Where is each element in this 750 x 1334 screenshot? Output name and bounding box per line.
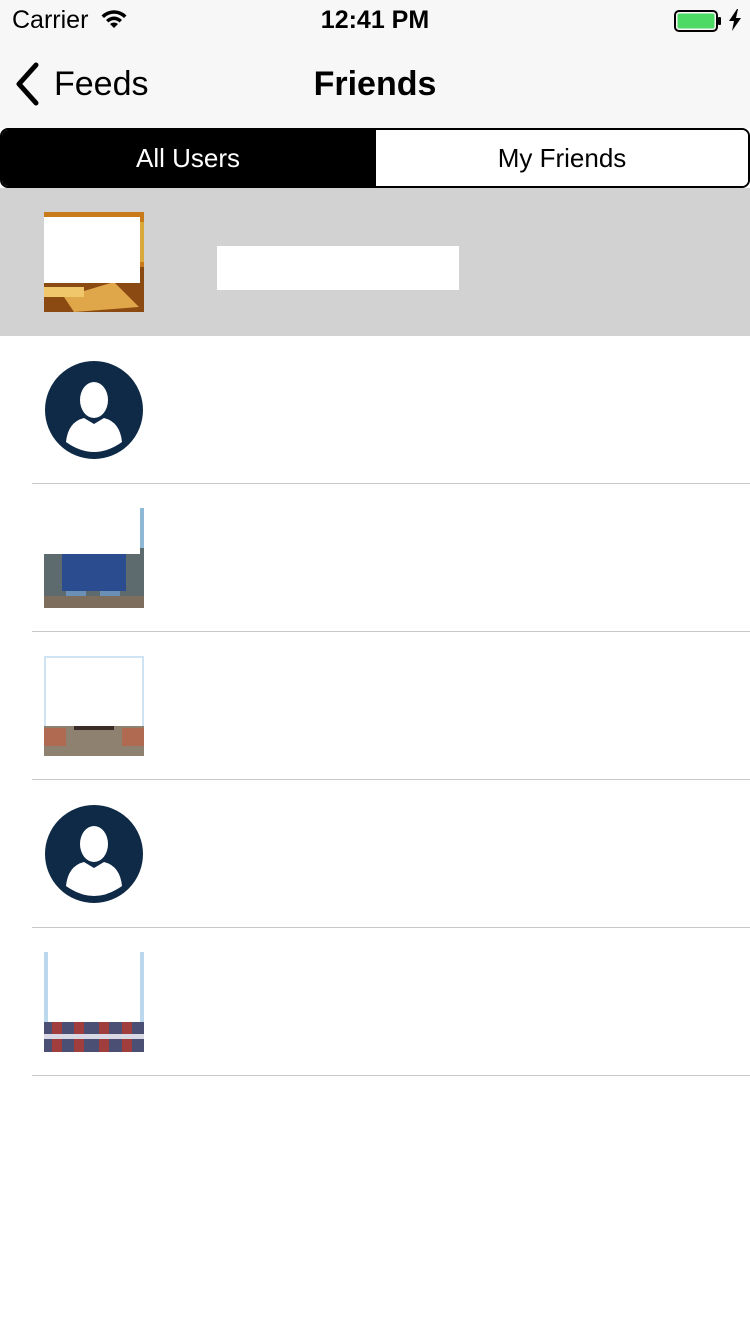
clock: 12:41 PM xyxy=(320,6,430,34)
status-bar: Carrier 12:41 PM xyxy=(0,0,750,40)
user-row[interactable] xyxy=(0,484,750,632)
avatar xyxy=(44,508,144,608)
bolt-icon xyxy=(729,9,741,31)
user-row[interactable] xyxy=(0,188,750,336)
navigation-bar: Feeds Friends xyxy=(0,40,750,128)
photo-mask xyxy=(44,217,140,283)
battery-full-icon xyxy=(674,10,721,32)
users-segmented-control: All Users My Friends xyxy=(0,128,750,188)
photo-mask xyxy=(48,952,140,1022)
user-name-redaction xyxy=(217,246,459,290)
avatar xyxy=(44,804,144,904)
default-person-icon xyxy=(45,805,143,903)
photo-mask xyxy=(44,508,140,554)
avatar xyxy=(44,360,144,460)
segment-all-users[interactable]: All Users xyxy=(2,130,374,186)
user-row[interactable] xyxy=(0,780,750,928)
default-person-icon xyxy=(45,361,143,459)
avatar xyxy=(44,952,144,1052)
user-row[interactable] xyxy=(0,336,750,484)
top-bar: Carrier 12:41 PM Feeds Friends xyxy=(0,0,750,128)
avatar xyxy=(44,656,144,756)
page-title: Friends xyxy=(313,65,437,103)
users-list xyxy=(0,188,750,1076)
user-row[interactable] xyxy=(0,632,750,780)
avatar xyxy=(44,212,144,312)
segment-my-friends[interactable]: My Friends xyxy=(374,130,748,186)
user-row[interactable] xyxy=(0,928,750,1076)
row-separator xyxy=(32,1075,750,1076)
photo-mask xyxy=(46,658,142,726)
